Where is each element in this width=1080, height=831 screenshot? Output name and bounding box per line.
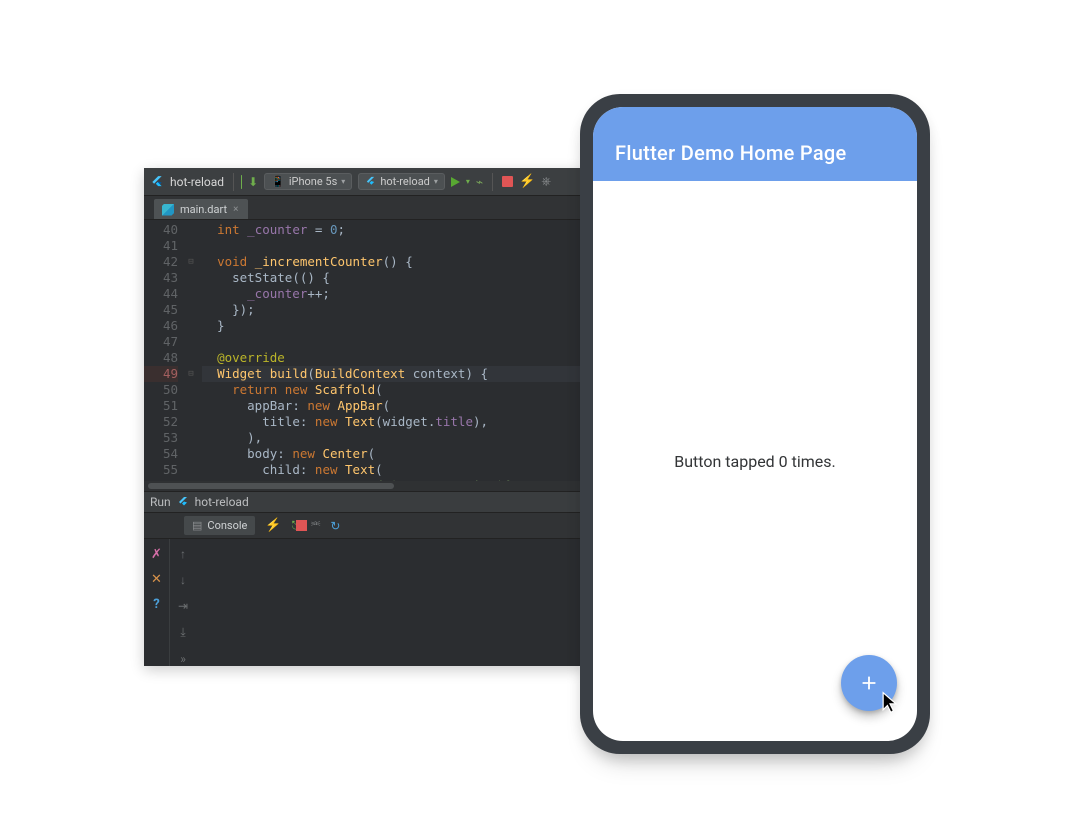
phone-screen: Flutter Demo Home Page Button tapped 0 t… bbox=[593, 107, 917, 741]
run-side-toolbar: ✗ ✕ ? bbox=[144, 539, 170, 666]
editor-tabbar: main.dart × bbox=[144, 196, 584, 220]
plus-icon bbox=[858, 672, 880, 694]
dart-file-icon bbox=[162, 204, 174, 216]
hot-reload-icon[interactable]: ⚡ bbox=[265, 518, 281, 533]
help-icon[interactable]: ? bbox=[153, 597, 159, 612]
scrollbar-thumb[interactable] bbox=[148, 483, 394, 489]
fold-gutter[interactable]: ⊟⊟ bbox=[184, 220, 198, 481]
devtools-icon[interactable]: ⎈ bbox=[541, 174, 551, 189]
terminal-icon: ▤ bbox=[192, 519, 202, 532]
run-label: Run bbox=[150, 495, 171, 509]
flutter-icon bbox=[177, 496, 189, 508]
counter-text: Button tapped 0 times. bbox=[674, 452, 836, 471]
tab-main-dart[interactable]: main.dart × bbox=[154, 199, 248, 219]
project-name: hot-reload bbox=[170, 175, 224, 189]
line-gutter: 4041424344454647484950515253545556575859 bbox=[144, 220, 184, 481]
run-config-selector[interactable]: hot-reload ▾ bbox=[358, 173, 445, 190]
run-tool-header[interactable]: Run hot-reload bbox=[144, 491, 584, 513]
flutter-logo-icon bbox=[150, 175, 164, 189]
console-side-toolbar: ↑ ↓ ⇥ ⤓ » bbox=[170, 539, 196, 666]
device-add-icon[interactable]: ⬇ bbox=[248, 175, 258, 189]
scroll-end-icon[interactable]: ⤓ bbox=[180, 625, 185, 640]
console-toolbar: ▤ Console ⚡ ⎋ ⎃ ↻ bbox=[144, 513, 584, 539]
stop-icon[interactable] bbox=[296, 520, 307, 531]
app-bar: Flutter Demo Home Page bbox=[593, 107, 917, 181]
hot-reload-icon[interactable]: ⚡ bbox=[519, 174, 535, 189]
phone-frame: Flutter Demo Home Page Button tapped 0 t… bbox=[580, 94, 930, 754]
code-editor[interactable]: 4041424344454647484950515253545556575859… bbox=[144, 220, 584, 481]
up-arrow-icon[interactable]: ↑ bbox=[180, 547, 186, 561]
flutter-icon bbox=[365, 176, 376, 187]
console-body: ✗ ✕ ? ↑ ↓ ⇥ ⤓ » bbox=[144, 539, 584, 666]
device-selector[interactable]: 📱 iPhone 5s ▾ bbox=[264, 173, 352, 190]
down-arrow-icon[interactable]: ↓ bbox=[180, 573, 186, 587]
stop-button[interactable] bbox=[502, 176, 513, 187]
horizontal-scrollbar[interactable] bbox=[144, 481, 584, 491]
toggle-icon[interactable]: ✕ bbox=[151, 572, 162, 587]
floating-action-button[interactable] bbox=[841, 655, 897, 711]
run-button[interactable] bbox=[451, 177, 460, 187]
code-content[interactable]: int _counter = 0; void _incrementCounter… bbox=[198, 220, 584, 481]
app-bar-title: Flutter Demo Home Page bbox=[615, 141, 847, 165]
more-icon[interactable]: » bbox=[180, 652, 186, 666]
file-tab-label: main.dart bbox=[180, 203, 227, 216]
close-icon[interactable]: × bbox=[233, 204, 238, 215]
ide-toolbar: hot-reload ⬇ 📱 iPhone 5s ▾ hot-reload ▾ … bbox=[144, 168, 584, 196]
inspector-icon[interactable]: ⎃ bbox=[311, 519, 320, 533]
console-tab[interactable]: ▤ Console bbox=[184, 516, 255, 535]
wrap-icon[interactable]: ⇥ bbox=[178, 599, 188, 613]
restart-icon[interactable]: ↻ bbox=[330, 519, 340, 533]
run-target-label: hot-reload bbox=[195, 495, 249, 509]
debug-icon[interactable]: ⌁ bbox=[476, 175, 483, 189]
ide-window: hot-reload ⬇ 📱 iPhone 5s ▾ hot-reload ▾ … bbox=[144, 168, 584, 666]
rerun-icon[interactable]: ✗ bbox=[151, 547, 162, 562]
